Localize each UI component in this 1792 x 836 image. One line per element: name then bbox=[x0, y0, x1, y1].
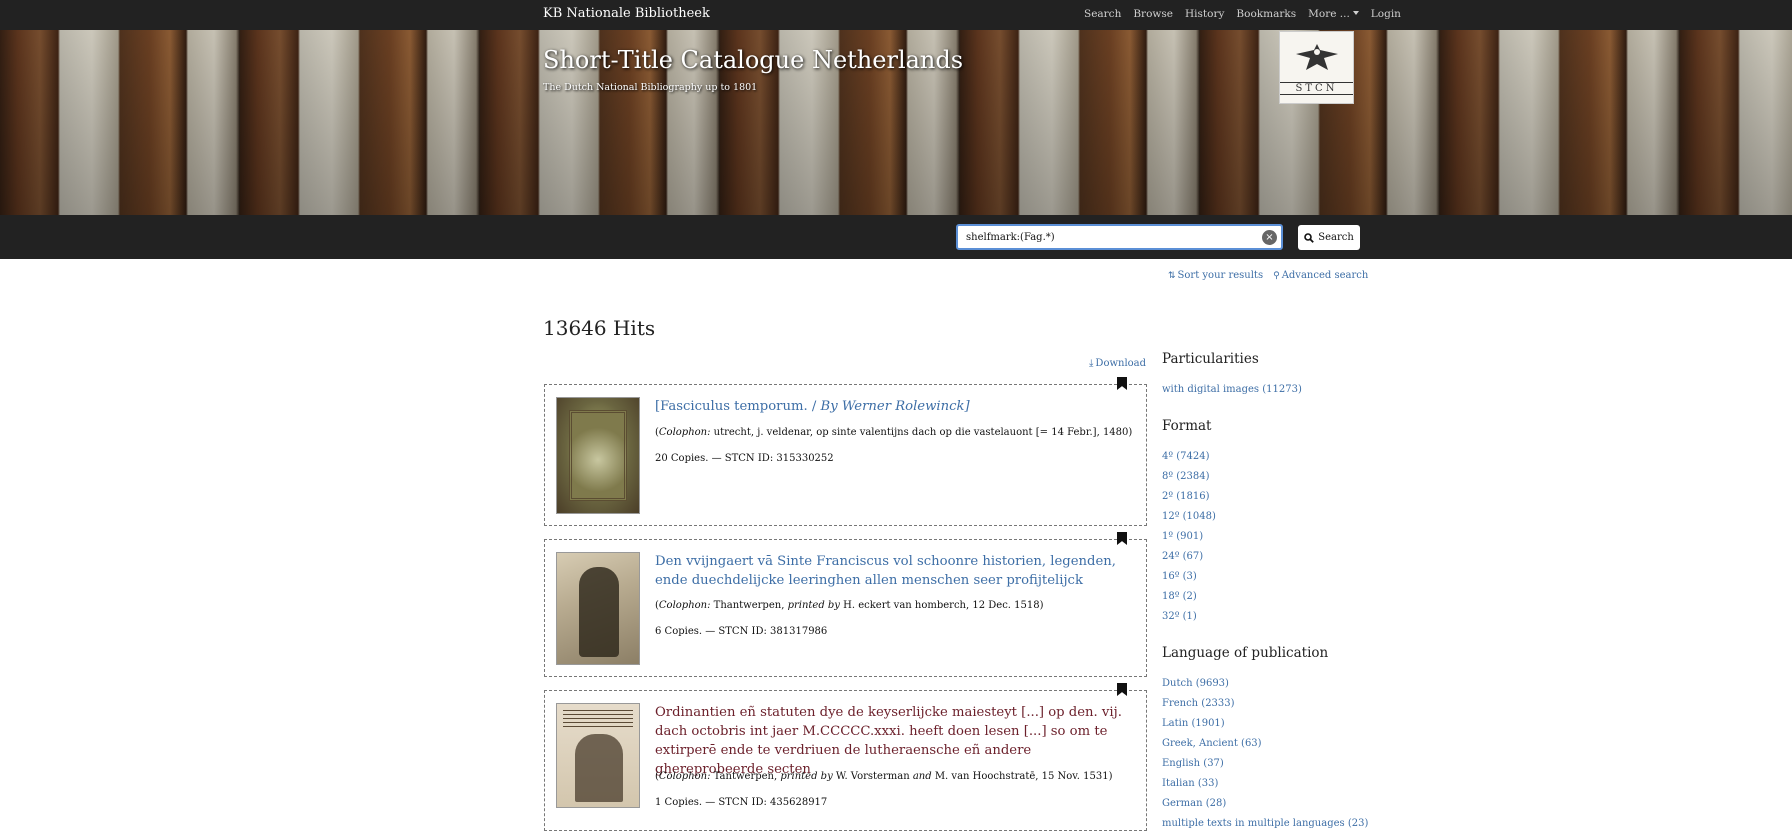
site-title: Short-Title Catalogue Netherlands bbox=[543, 46, 964, 74]
logo-text: STCN bbox=[1280, 82, 1353, 95]
colophon-label: Colophon: bbox=[658, 600, 711, 611]
result-colophon: (Colophon: Thantwerpen, printed by H. ec… bbox=[655, 600, 1044, 611]
bookmark-icon[interactable] bbox=[1117, 377, 1127, 390]
facet-heading-format: Format bbox=[1162, 418, 1212, 434]
facet-item[interactable]: 24º (67) bbox=[1162, 551, 1203, 562]
result-tools: ⇅ Sort your results ⚲ Advanced search bbox=[1168, 270, 1368, 281]
colophon-place: Thantwerpen, bbox=[710, 600, 788, 611]
facet-item[interactable]: multiple texts in multiple languages (23… bbox=[1162, 818, 1368, 829]
top-navbar: KB Nationale Bibliotheek Search Browse H… bbox=[0, 0, 1792, 30]
result-title-link[interactable]: [Fasciculus temporum. / By Werner Rolewi… bbox=[655, 397, 1135, 416]
nav-links: Search Browse History Bookmarks More ...… bbox=[1084, 8, 1401, 20]
bird-emblem-icon bbox=[1296, 44, 1338, 70]
colophon-rest: H. eckert van homberch, 12 Dec. 1518) bbox=[839, 600, 1044, 611]
facet-item[interactable]: French (2333) bbox=[1162, 698, 1235, 709]
result-colophon: (Colophon: Tantwerpen, printed by W. Vor… bbox=[655, 771, 1113, 782]
sort-icon: ⇅ bbox=[1168, 271, 1176, 281]
facet-heading-particularities: Particularities bbox=[1162, 351, 1259, 367]
colophon-and: and bbox=[912, 771, 932, 782]
facet-item[interactable]: Latin (1901) bbox=[1162, 718, 1225, 729]
site-subtitle: The Dutch National Bibliography up to 18… bbox=[543, 82, 758, 93]
nav-more-label: More ... bbox=[1308, 8, 1350, 20]
result-copies: 6 Copies. — STCN ID: 381317986 bbox=[655, 626, 828, 637]
facet-item[interactable]: 1º (901) bbox=[1162, 531, 1203, 542]
brand-link[interactable]: KB Nationale Bibliotheek bbox=[543, 6, 710, 21]
result-author: By Werner Rolewinck] bbox=[820, 399, 970, 414]
facet-item[interactable]: 18º (2) bbox=[1162, 591, 1197, 602]
colophon-label: Colophon: bbox=[658, 771, 711, 782]
thumbnail-illustration bbox=[569, 410, 627, 501]
result-thumbnail[interactable] bbox=[556, 552, 640, 665]
magnifier-icon: ⚲ bbox=[1273, 271, 1280, 281]
result-copies: 1 Copies. — STCN ID: 435628917 bbox=[655, 797, 828, 808]
nav-more-dropdown[interactable]: More ... bbox=[1308, 8, 1359, 20]
facet-item[interactable]: 4º (7424) bbox=[1162, 451, 1210, 462]
search-icon bbox=[1304, 232, 1315, 243]
download-icon: ⤓ bbox=[1089, 358, 1094, 369]
colophon-place: Tantwerpen, bbox=[710, 771, 781, 782]
download-label: Download bbox=[1095, 358, 1147, 369]
colophon-printer-2: M. van Hoochstratē, 15 Nov. 1531) bbox=[931, 771, 1113, 782]
colophon-printer-1: W. Vorsterman bbox=[832, 771, 913, 782]
facet-item[interactable]: Greek, Ancient (63) bbox=[1162, 738, 1262, 749]
result-thumbnail[interactable] bbox=[556, 703, 640, 808]
nav-bookmarks-link[interactable]: Bookmarks bbox=[1236, 8, 1296, 20]
facet-item[interactable]: Dutch (9693) bbox=[1162, 678, 1229, 689]
result-thumbnail[interactable] bbox=[556, 397, 640, 514]
thumbnail-illustration bbox=[575, 734, 623, 802]
caret-down-icon bbox=[1352, 11, 1359, 15]
search-button[interactable]: Search bbox=[1298, 225, 1360, 250]
facet-item[interactable]: 2º (1816) bbox=[1162, 491, 1210, 502]
sort-results-label: Sort your results bbox=[1177, 270, 1264, 281]
stcn-logo[interactable]: STCN bbox=[1279, 31, 1354, 104]
result-item: Den vvijngaert vā Sinte Franciscus vol s… bbox=[544, 532, 1147, 677]
result-item: [Fasciculus temporum. / By Werner Rolewi… bbox=[544, 377, 1147, 526]
nav-search-link[interactable]: Search bbox=[1084, 8, 1121, 20]
clear-search-icon[interactable]: × bbox=[1262, 230, 1277, 245]
result-colophon: (Colophon: utrecht, j. veldenar, op sint… bbox=[655, 427, 1133, 438]
hits-count: 13646 Hits bbox=[543, 316, 656, 340]
sort-results-link[interactable]: ⇅ Sort your results bbox=[1168, 270, 1263, 281]
facet-heading-language: Language of publication bbox=[1162, 645, 1329, 661]
colophon-label: Colophon: bbox=[658, 427, 711, 438]
nav-browse-link[interactable]: Browse bbox=[1133, 8, 1173, 20]
thumbnail-text-lines bbox=[563, 710, 633, 730]
search-input[interactable] bbox=[956, 224, 1283, 250]
result-copies: 20 Copies. — STCN ID: 315330252 bbox=[655, 453, 834, 464]
advanced-search-link[interactable]: ⚲ Advanced search bbox=[1273, 270, 1368, 281]
facet-item[interactable]: 16º (3) bbox=[1162, 571, 1197, 582]
advanced-search-label: Advanced search bbox=[1281, 270, 1369, 281]
facet-item[interactable]: Italian (33) bbox=[1162, 778, 1218, 789]
facet-item[interactable]: 12º (1048) bbox=[1162, 511, 1216, 522]
result-item: Ordinantien eñ statuten dye de keyserlij… bbox=[544, 683, 1147, 831]
search-button-label: Search bbox=[1318, 232, 1354, 243]
result-title-link[interactable]: Den vvijngaert vā Sinte Franciscus vol s… bbox=[655, 552, 1135, 590]
colophon-text: utrecht, j. veldenar, op sinte valentijn… bbox=[710, 427, 1133, 438]
facet-item[interactable]: 32º (1) bbox=[1162, 611, 1197, 622]
nav-history-link[interactable]: History bbox=[1185, 8, 1224, 20]
bookmark-icon[interactable] bbox=[1117, 683, 1127, 696]
search-bar: × Search bbox=[0, 215, 1792, 259]
facet-item[interactable]: 8º (2384) bbox=[1162, 471, 1210, 482]
download-link[interactable]: ⤓ Download bbox=[1089, 358, 1146, 369]
result-title: [Fasciculus temporum. / bbox=[655, 399, 821, 414]
facet-item[interactable]: German (28) bbox=[1162, 798, 1226, 809]
printed-by: printed by bbox=[787, 600, 840, 611]
printed-by: printed by bbox=[780, 771, 833, 782]
bookmark-icon[interactable] bbox=[1117, 532, 1127, 545]
header-banner: Short-Title Catalogue Netherlands The Du… bbox=[0, 30, 1792, 215]
nav-login-link[interactable]: Login bbox=[1371, 8, 1401, 20]
thumbnail-illustration bbox=[579, 567, 619, 657]
result-title-link[interactable]: Ordinantien eñ statuten dye de keyserlij… bbox=[655, 703, 1135, 779]
facet-item[interactable]: English (37) bbox=[1162, 758, 1224, 769]
facet-item[interactable]: with digital images (11273) bbox=[1162, 384, 1302, 395]
